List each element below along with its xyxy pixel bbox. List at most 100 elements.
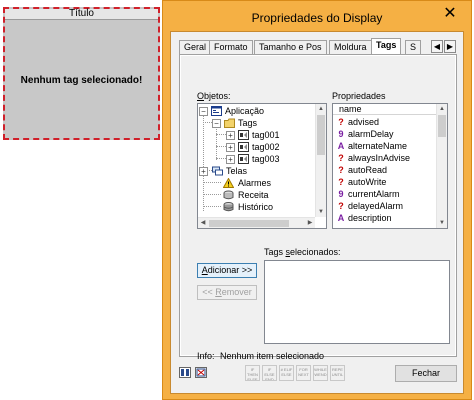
property-row[interactable]: ? delayedAlarm: [333, 201, 437, 211]
property-row[interactable]: ? autoRead: [333, 165, 437, 175]
remove-button[interactable]: << Remover: [197, 285, 257, 300]
tab-scroll-right-button[interactable]: ▶: [444, 40, 456, 53]
scroll-up-arrow[interactable]: ▲: [316, 104, 326, 114]
tag-browser-icon[interactable]: [179, 367, 191, 378]
properties-window: Propriedades do Display ✕ Geral Formato …: [162, 0, 472, 400]
close-window-button[interactable]: ✕: [441, 5, 459, 23]
boolean-property-icon: ?: [338, 165, 344, 175]
tag-icon: [238, 142, 249, 152]
scroll-up-arrow[interactable]: ▲: [437, 104, 447, 114]
preview-message: Nenhum tag selecionado!: [20, 75, 143, 86]
properties-label: Propriedades: [332, 91, 386, 101]
close-button[interactable]: Fechar: [395, 365, 457, 382]
display-preview[interactable]: Título Nenhum tag selecionado!: [3, 7, 160, 140]
property-name: alarmDelay: [348, 129, 394, 139]
tab-s[interactable]: S: [405, 40, 422, 54]
window-title: Propriedades do Display: [251, 11, 383, 25]
application-icon: [211, 106, 222, 116]
tag-icon: [238, 130, 249, 140]
numeric-property-icon: 9: [338, 189, 344, 199]
tree-item-label: Histórico: [238, 202, 274, 212]
expand-toggle[interactable]: +: [199, 167, 208, 176]
string-property-icon: A: [337, 213, 345, 223]
tree-item-receita[interactable]: Receita: [198, 189, 316, 201]
tree-item-aplicacao[interactable]: − Aplicação: [198, 105, 316, 117]
tree-item-alarmes[interactable]: Alarmes: [198, 177, 316, 189]
scroll-right-arrow[interactable]: ▶: [305, 218, 315, 228]
property-name: autoWrite: [348, 177, 387, 187]
objects-label: Objetos:: [197, 91, 231, 101]
object-browser-icon[interactable]: [195, 367, 207, 378]
elif-else-button[interactable]: # ELIF ELSE: [279, 365, 294, 381]
string-property-icon: A: [337, 141, 345, 151]
repeat-until-button[interactable]: REPE UNTIL: [330, 365, 345, 381]
scroll-down-arrow[interactable]: ▼: [437, 218, 447, 228]
tab-moldura[interactable]: Moldura: [329, 40, 372, 54]
objects-vertical-scrollbar[interactable]: ▲ ▼: [315, 104, 326, 217]
if-then-else-button[interactable]: IF THEN ELSE: [245, 365, 260, 381]
scroll-left-arrow[interactable]: ◀: [198, 218, 208, 228]
tag-icon: [238, 154, 249, 164]
property-row[interactable]: ? advised: [333, 117, 437, 127]
if-else-end-button[interactable]: IF ELSE END: [262, 365, 277, 381]
scroll-thumb[interactable]: [438, 115, 446, 137]
objects-horizontal-scrollbar[interactable]: ◀ ▶: [198, 217, 315, 228]
property-row[interactable]: Adescription: [333, 213, 437, 223]
property-name: delayedAlarm: [348, 201, 404, 211]
tree-item-label: Receita: [238, 190, 269, 200]
info-value: Nenhum item selecionado: [220, 351, 325, 361]
tab-formato[interactable]: Formato: [209, 40, 253, 54]
tab-tamanho-e-pos[interactable]: Tamanho e Pos: [254, 40, 327, 54]
tree-item-historico[interactable]: Histórico: [198, 201, 316, 213]
tree-item-label: tag003: [252, 154, 280, 164]
while-wend-button[interactable]: WHILE WEND: [313, 365, 328, 381]
preview-title: Título: [5, 9, 158, 20]
property-name: description: [348, 213, 392, 223]
expand-toggle[interactable]: +: [226, 131, 235, 140]
history-icon: [223, 202, 234, 212]
property-row[interactable]: 9 alarmDelay: [333, 129, 437, 139]
tree-item-label: Alarmes: [238, 178, 272, 188]
property-name: autoRead: [348, 165, 388, 175]
property-name: alwaysInAdvise: [348, 153, 411, 163]
boolean-property-icon: ?: [338, 177, 344, 187]
scroll-down-arrow[interactable]: ▼: [316, 207, 326, 217]
info-label: Info:: [197, 351, 215, 361]
folder-icon: [224, 118, 235, 128]
add-button[interactable]: Adicionar >>: [197, 263, 257, 278]
property-row[interactable]: 9 currentAlarm: [333, 189, 437, 199]
tree-item-tag003[interactable]: + tag003: [198, 153, 316, 165]
tree-item-telas[interactable]: + Telas: [198, 165, 316, 177]
dialog-client-area: Geral Formato Tamanho e Pos Moldura Tags…: [170, 31, 464, 394]
scroll-thumb[interactable]: [317, 115, 325, 155]
tree-item-label: Aplicação: [225, 106, 265, 116]
for-next-button[interactable]: FOR NEXT: [296, 365, 311, 381]
tab-tags[interactable]: Tags: [371, 38, 402, 54]
tree-item-label: Tags: [238, 118, 258, 128]
property-name: currentAlarm: [348, 189, 400, 199]
property-row[interactable]: AalternateName: [333, 141, 437, 151]
expand-toggle[interactable]: +: [226, 155, 235, 164]
property-row[interactable]: ? alwaysInAdvise: [333, 153, 437, 163]
tree-item-tag002[interactable]: + tag002: [198, 141, 316, 153]
expand-toggle[interactable]: +: [226, 143, 235, 152]
recipe-icon: [223, 190, 234, 200]
property-name: alternateName: [348, 141, 408, 151]
tab-strip: Geral Formato Tamanho e Pos Moldura Tags…: [179, 38, 459, 54]
collapse-toggle[interactable]: −: [199, 107, 208, 116]
tab-geral[interactable]: Geral: [179, 40, 212, 54]
tree-item-tags[interactable]: − Tags: [198, 117, 316, 129]
selected-tags-label: Tags selecionados:: [264, 247, 341, 257]
objects-tree[interactable]: − Aplicação − Tags + tag001 + tag002 + t…: [197, 103, 327, 229]
scroll-thumb[interactable]: [209, 220, 289, 227]
numeric-property-icon: 9: [338, 129, 344, 139]
properties-vertical-scrollbar[interactable]: ▲ ▼: [436, 104, 447, 228]
property-row[interactable]: ? autoWrite: [333, 177, 437, 187]
tree-item-tag001[interactable]: + tag001: [198, 129, 316, 141]
collapse-toggle[interactable]: −: [212, 119, 221, 128]
tab-scroll-left-button[interactable]: ◀: [431, 40, 443, 53]
column-header-name[interactable]: name: [333, 104, 437, 115]
title-bar[interactable]: Propriedades do Display ✕: [163, 1, 471, 31]
selected-tags-list[interactable]: [264, 260, 450, 344]
properties-list[interactable]: name ? advised 9 alarmDelay AalternateName? a…: [332, 103, 448, 229]
